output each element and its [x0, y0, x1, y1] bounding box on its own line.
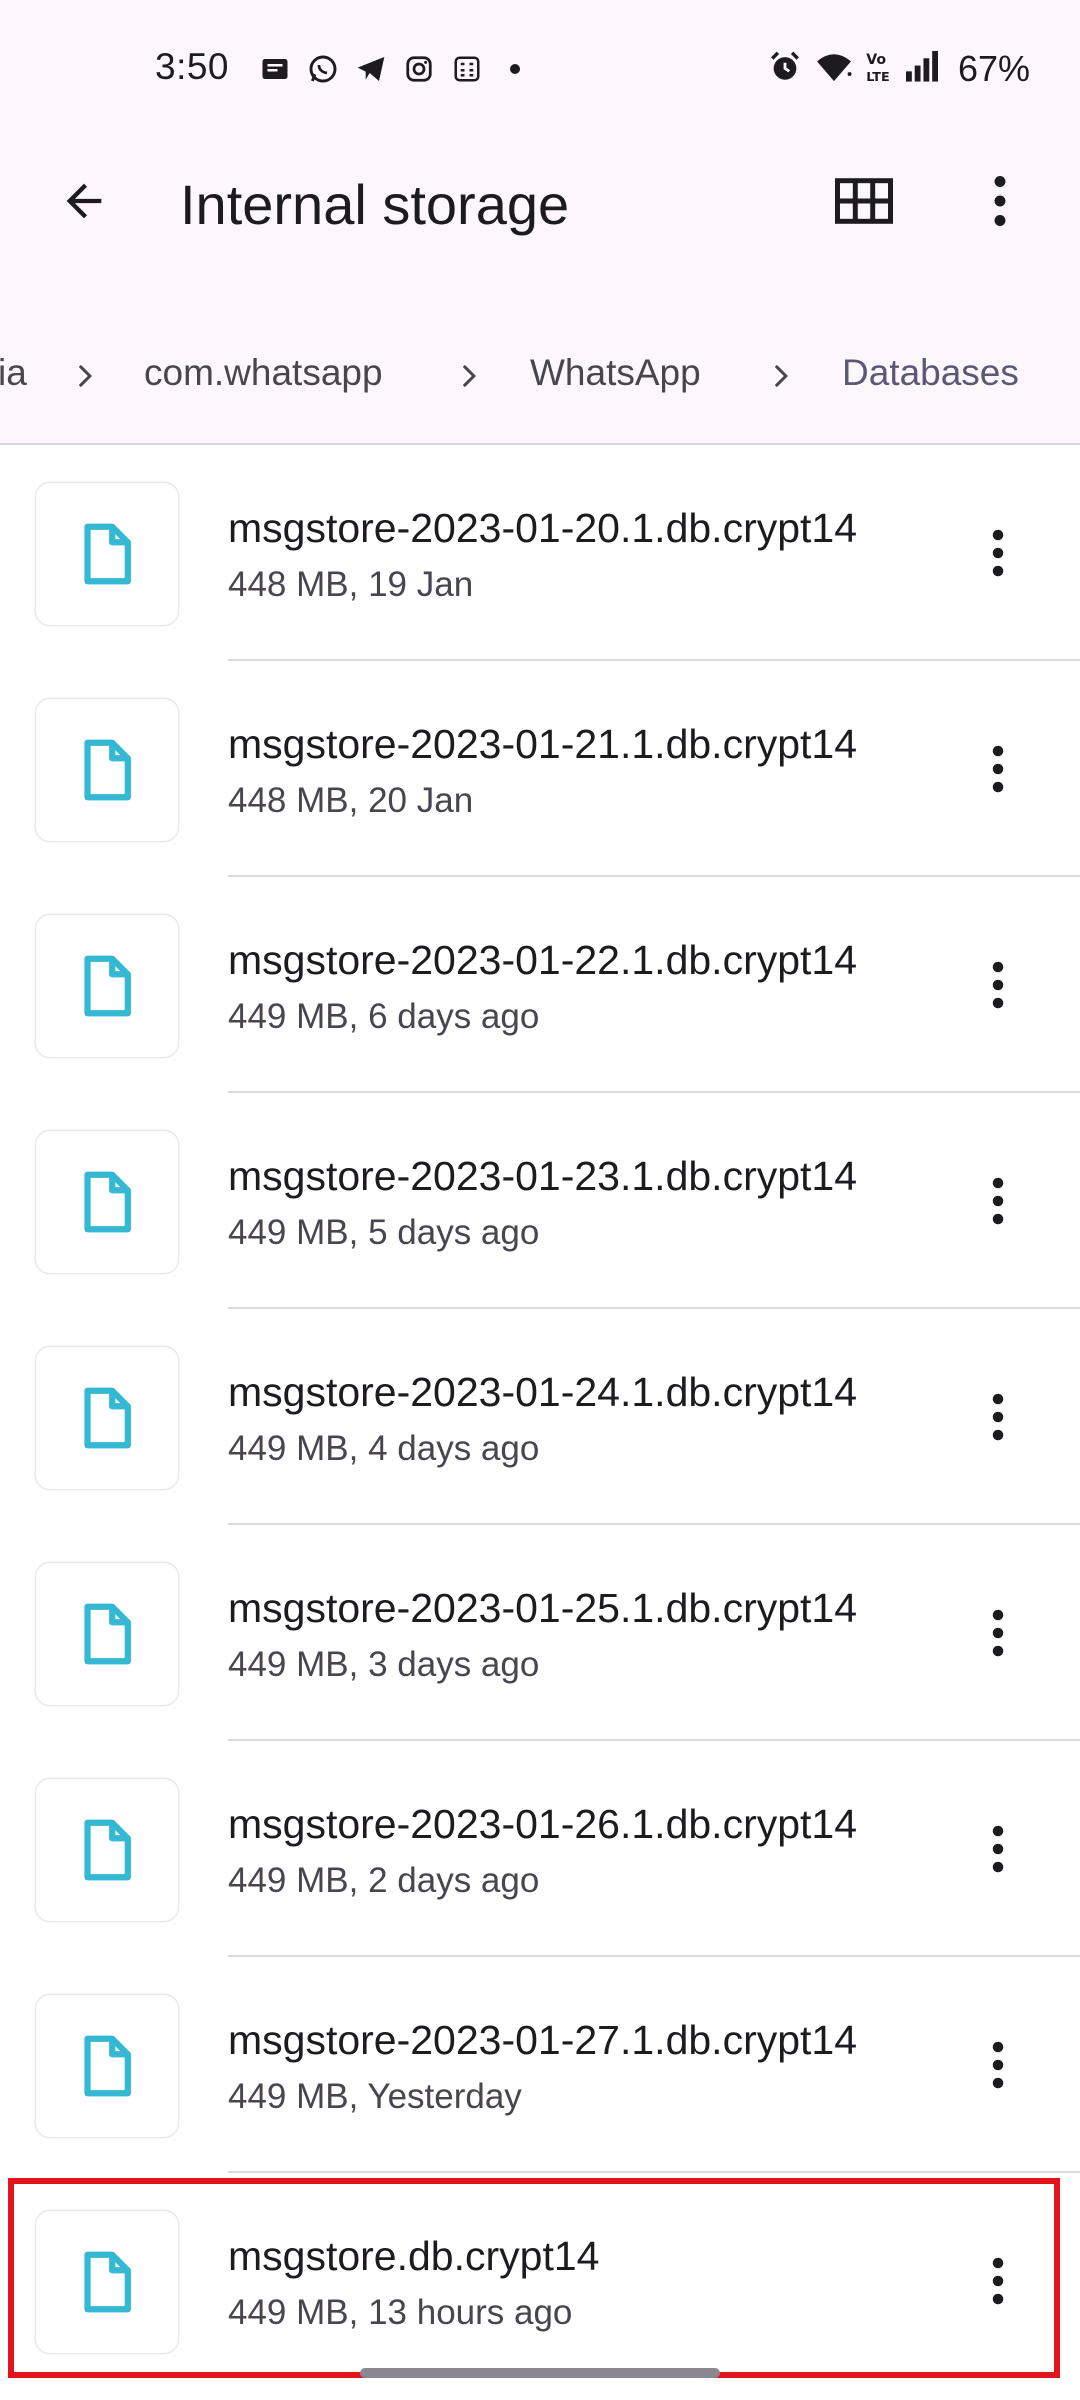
- file-more-options-button[interactable]: [960, 1163, 1036, 1239]
- svg-text:Vo: Vo: [866, 52, 886, 68]
- file-meta: 449 MB, 4 days ago: [228, 1429, 540, 1468]
- file-name: msgstore-2023-01-23.1.db.crypt14: [228, 1153, 858, 1199]
- more-vert-icon: [992, 1609, 1004, 1657]
- battery-level: 67%: [957, 48, 1030, 89]
- file-meta: 448 MB, 20 Jan: [228, 781, 474, 820]
- notification-icons: [258, 52, 532, 86]
- file-icon: [84, 739, 131, 801]
- svg-text:LTE: LTE: [866, 70, 889, 84]
- file-icon: [84, 1171, 131, 1233]
- file-thumbnail: [36, 1131, 178, 1273]
- telegram-icon: [354, 52, 388, 86]
- file-row[interactable]: msgstore-2023-01-21.1.db.crypt14 448 MB, …: [0, 661, 1080, 877]
- grid-view-icon: [835, 178, 893, 224]
- file-name: msgstore-2023-01-25.1.db.crypt14: [228, 1585, 858, 1631]
- chevron-right-icon: [462, 364, 476, 388]
- file-row[interactable]: msgstore-2023-01-20.1.db.crypt14 448 MB, …: [0, 445, 1080, 661]
- file-name: msgstore.db.crypt14: [228, 2233, 600, 2279]
- breadcrumb-item-com-whatsapp[interactable]: com.whatsapp: [144, 352, 383, 394]
- file-name: msgstore-2023-01-21.1.db.crypt14: [228, 721, 858, 767]
- more-vert-icon: [992, 1177, 1004, 1225]
- file-name: msgstore-2023-01-20.1.db.crypt14: [228, 505, 858, 551]
- volte-icon: Vo LTE: [866, 50, 892, 89]
- file-row[interactable]: msgstore-2023-01-25.1.db.crypt14 449 MB, …: [0, 1525, 1080, 1741]
- page-title: Internal storage: [180, 173, 570, 236]
- back-arrow-icon: [66, 183, 102, 219]
- file-more-options-button[interactable]: [960, 947, 1036, 1023]
- file-more-options-button[interactable]: [960, 515, 1036, 591]
- alarm-icon: [768, 50, 802, 89]
- file-icon: [84, 2251, 131, 2313]
- file-row[interactable]: msgstore.db.crypt14 449 MB, 13 hours ago: [0, 2173, 1080, 2389]
- file-meta: 449 MB, 13 hours ago: [228, 2293, 573, 2332]
- status-time: 3:50: [155, 46, 230, 87]
- file-thumbnail: [36, 1995, 178, 2137]
- file-thumbnail: [36, 483, 178, 625]
- file-meta: 449 MB, Yesterday: [228, 2077, 522, 2116]
- file-row[interactable]: msgstore-2023-01-27.1.db.crypt14 449 MB, …: [0, 1957, 1080, 2173]
- file-thumbnail: [36, 2211, 178, 2353]
- file-icon: [84, 523, 131, 585]
- chevron-right-icon: [78, 364, 92, 388]
- file-thumbnail: [36, 915, 178, 1057]
- file-row[interactable]: msgstore-2023-01-23.1.db.crypt14 449 MB, …: [0, 1093, 1080, 1309]
- more-vert-icon: [992, 961, 1004, 1009]
- file-meta: 449 MB, 6 days ago: [228, 997, 540, 1036]
- file-thumbnail: [36, 1347, 178, 1489]
- file-more-options-button[interactable]: [960, 2243, 1036, 2319]
- file-icon: [84, 955, 131, 1017]
- file-name: msgstore-2023-01-22.1.db.crypt14: [228, 937, 858, 983]
- more-vert-icon: [992, 1393, 1004, 1441]
- system-icons: Vo LTE 67%: [768, 48, 1030, 90]
- file-name: msgstore-2023-01-24.1.db.crypt14: [228, 1369, 858, 1415]
- breadcrumb: ia com.whatsapp WhatsApp Databases: [0, 340, 1080, 412]
- file-icon: [84, 1603, 131, 1665]
- file-more-options-button[interactable]: [960, 731, 1036, 807]
- file-more-options-button[interactable]: [960, 1811, 1036, 1887]
- file-row[interactable]: msgstore-2023-01-24.1.db.crypt14 449 MB, …: [0, 1309, 1080, 1525]
- file-more-options-button[interactable]: [960, 2027, 1036, 2103]
- file-icon: [84, 2035, 131, 2097]
- file-meta: 448 MB, 19 Jan: [228, 565, 474, 604]
- breadcrumb-item-whatsapp[interactable]: WhatsApp: [530, 352, 701, 394]
- more-vert-icon: [992, 2257, 1004, 2305]
- breadcrumb-item-databases[interactable]: Databases: [842, 352, 1019, 394]
- file-row[interactable]: msgstore-2023-01-22.1.db.crypt14 449 MB, …: [0, 877, 1080, 1093]
- chevron-right-icon: [774, 364, 788, 388]
- file-icon: [84, 1387, 131, 1449]
- more-vert-icon: [992, 1825, 1004, 1873]
- file-meta: 449 MB, 3 days ago: [228, 1645, 540, 1684]
- file-more-options-button[interactable]: [960, 1595, 1036, 1671]
- dot-icon: [498, 52, 532, 86]
- signal-icon: [904, 50, 940, 88]
- more-vert-icon: [992, 745, 1004, 793]
- file-thumbnail: [36, 699, 178, 841]
- file-thumbnail: [36, 1779, 178, 1921]
- calculator-icon: [450, 52, 484, 86]
- file-row[interactable]: msgstore-2023-01-26.1.db.crypt14 449 MB, …: [0, 1741, 1080, 1957]
- message-icon: [258, 52, 292, 86]
- file-meta: 449 MB, 5 days ago: [228, 1213, 540, 1252]
- file-name: msgstore-2023-01-26.1.db.crypt14: [228, 1801, 858, 1847]
- whatsapp-icon: [306, 52, 340, 86]
- file-meta: 449 MB, 2 days ago: [228, 1861, 540, 1900]
- more-vert-icon: [994, 176, 1006, 226]
- more-vert-icon: [992, 2041, 1004, 2089]
- breadcrumb-item-parent[interactable]: ia: [0, 352, 27, 394]
- wifi-icon: [814, 50, 854, 89]
- back-button[interactable]: [46, 163, 122, 239]
- home-indicator[interactable]: [360, 2368, 720, 2378]
- file-icon: [84, 1819, 131, 1881]
- instagram-icon: [402, 52, 436, 86]
- file-name: msgstore-2023-01-27.1.db.crypt14: [228, 2017, 858, 2063]
- more-vert-icon: [992, 529, 1004, 577]
- file-more-options-button[interactable]: [960, 1379, 1036, 1455]
- file-thumbnail: [36, 1563, 178, 1705]
- grid-view-button[interactable]: [826, 163, 902, 239]
- more-options-button[interactable]: [962, 163, 1038, 239]
